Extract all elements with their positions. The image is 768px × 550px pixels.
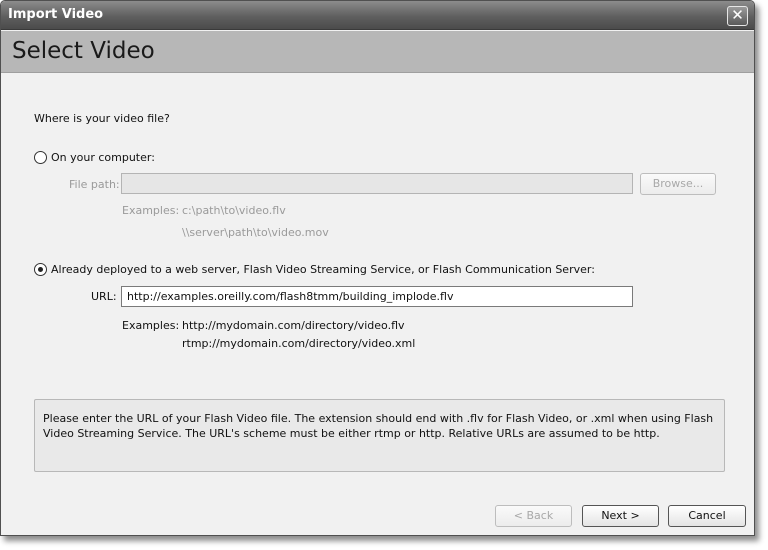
close-icon: ✕: [731, 6, 744, 24]
file-path-label: File path:: [69, 178, 120, 191]
computer-examples-label: Examples:: [122, 204, 180, 217]
cancel-button[interactable]: Cancel: [668, 505, 746, 527]
on-computer-label[interactable]: On your computer:: [51, 151, 155, 164]
help-text: Please enter the URL of your Flash Video…: [43, 412, 714, 440]
url-label: URL:: [91, 290, 117, 303]
server-examples-label: Examples:: [122, 319, 180, 332]
page-title: Select Video: [12, 38, 155, 64]
file-path-input[interactable]: [121, 173, 633, 194]
window-title: Import Video: [8, 7, 104, 22]
server-example-1: http://mydomain.com/directory/video.flv: [182, 319, 405, 332]
server-example-2: rtmp://mydomain.com/directory/video.xml: [182, 337, 416, 350]
next-button[interactable]: Next >: [582, 505, 659, 527]
web-server-label[interactable]: Already deployed to a web server, Flash …: [51, 263, 595, 276]
radio-web-server[interactable]: [34, 263, 47, 276]
help-info-box: Please enter the URL of your Flash Video…: [34, 399, 725, 472]
computer-example-2: \\server\path\to\video.mov: [182, 226, 329, 239]
back-button[interactable]: < Back: [495, 505, 572, 527]
import-video-dialog: Import Video ✕ Select Video Where is you…: [0, 0, 755, 536]
radio-on-computer[interactable]: [34, 151, 47, 164]
browse-button[interactable]: Browse...: [640, 173, 716, 195]
title-bar[interactable]: Import Video ✕: [1, 1, 754, 30]
location-prompt: Where is your video file?: [34, 112, 170, 125]
close-button[interactable]: ✕: [727, 6, 748, 26]
url-input[interactable]: http://examples.oreilly.com/flash8tmm/bu…: [121, 286, 633, 307]
computer-example-1: c:\path\to\video.flv: [182, 204, 286, 217]
step-header: Select Video: [1, 31, 754, 73]
